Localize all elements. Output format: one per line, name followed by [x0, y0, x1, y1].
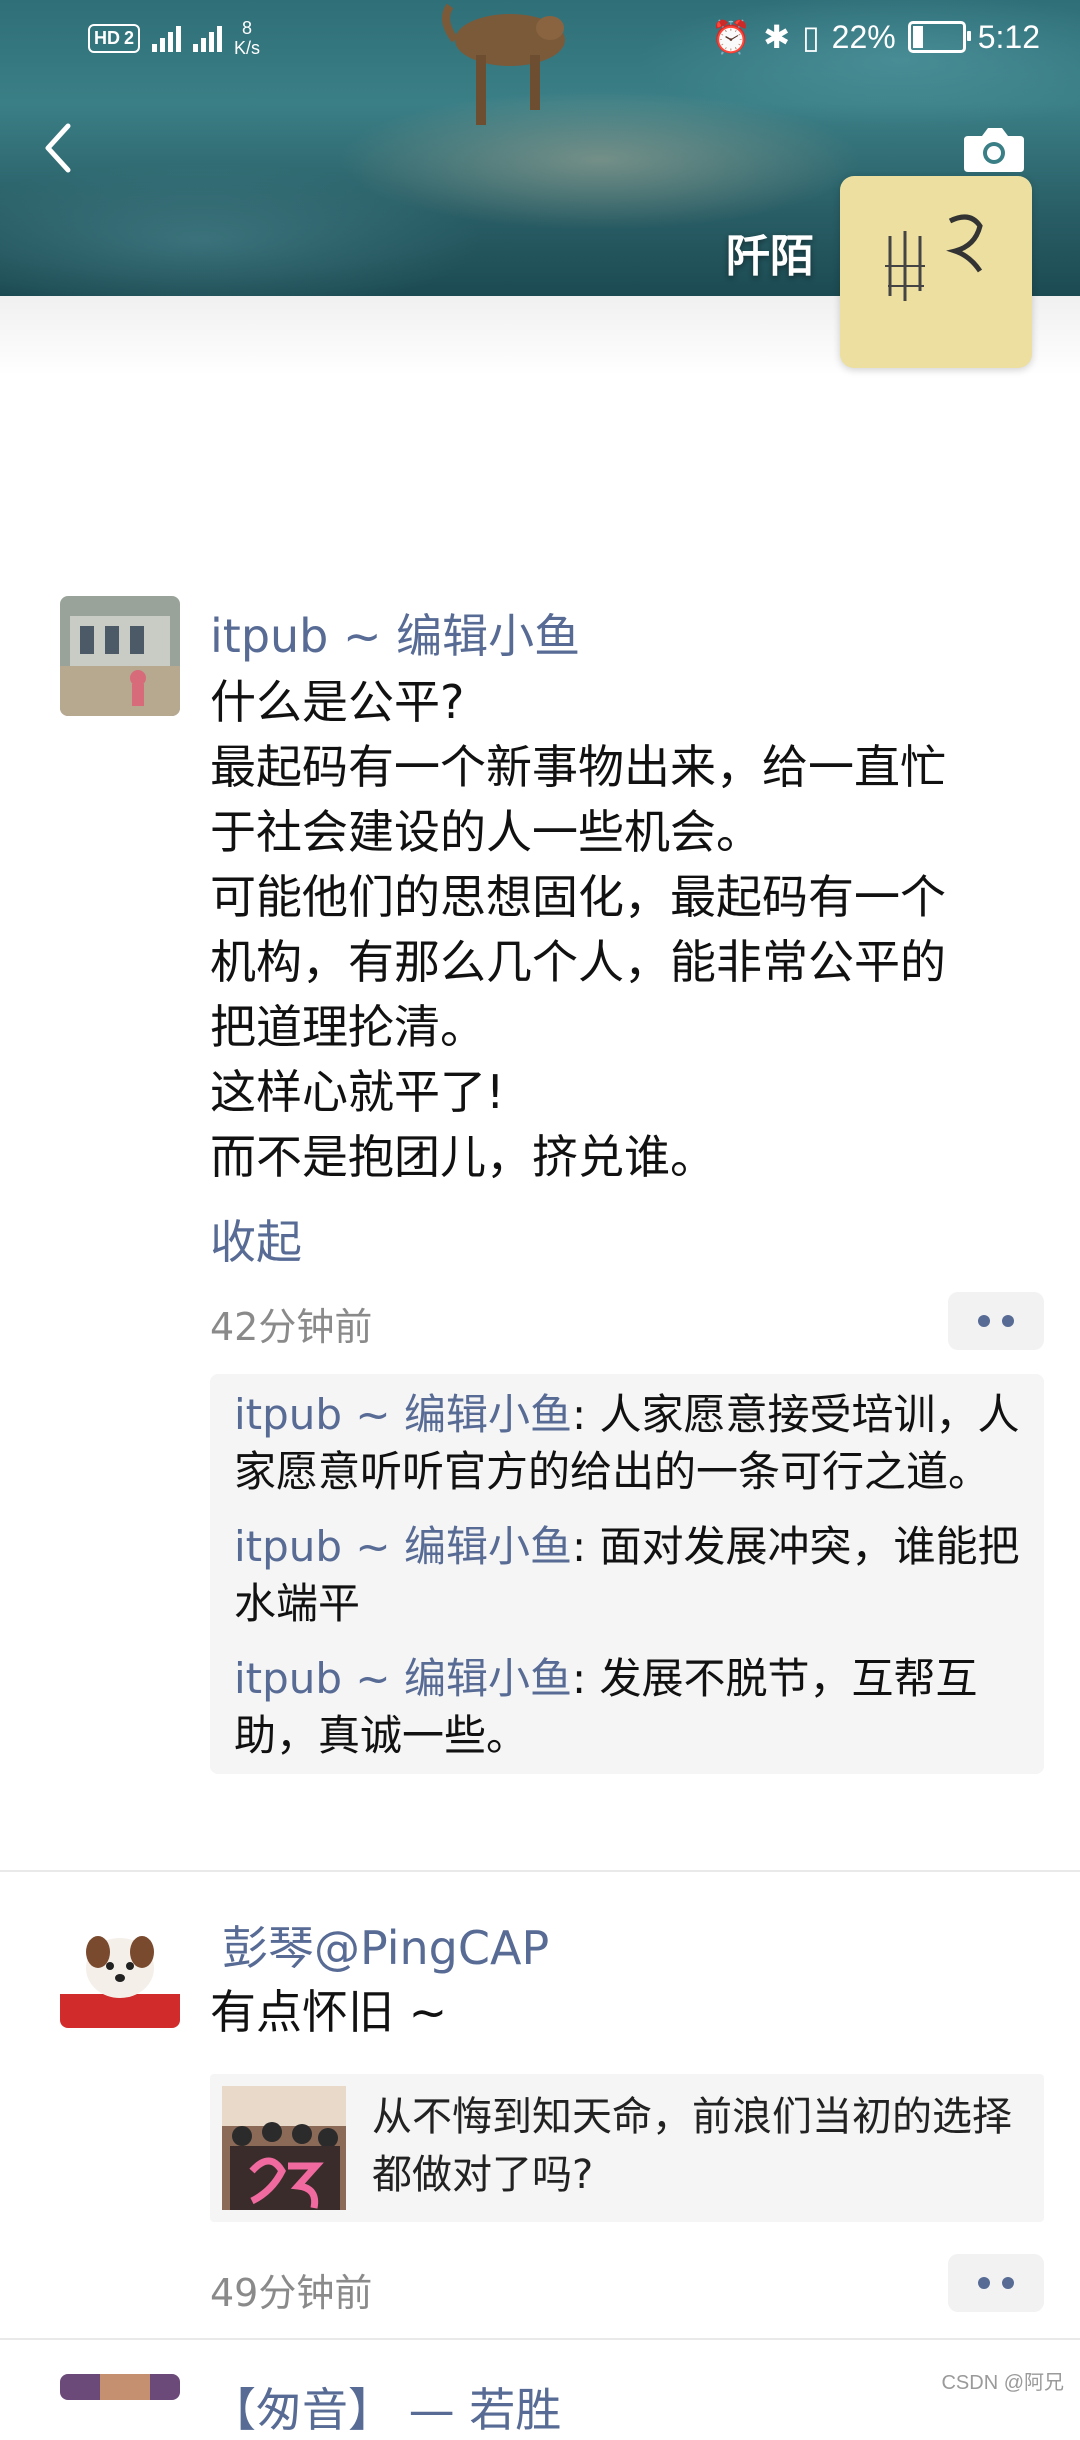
comment-sep: :	[571, 1390, 600, 1439]
avatar[interactable]	[60, 2374, 180, 2400]
post-author[interactable]: 【匆音】 — 若胜	[210, 2374, 561, 2440]
post-text-line: 可能他们的思想固化，最起码有一个	[210, 870, 946, 924]
post-author[interactable]: itpub ~ 编辑小鱼	[210, 600, 580, 666]
post-text-line: 这样心就平了!	[210, 1065, 505, 1119]
signal-1-icon	[152, 24, 182, 52]
post-time: 42分钟前	[210, 1305, 373, 1349]
alarm-icon: ⏰	[711, 19, 752, 55]
post-text-line: 于社会建设的人一些机会。	[210, 805, 762, 859]
status-right: ⏰ ✱ ▯ 22% 5:12	[711, 18, 1040, 56]
comment-item[interactable]: itpub ~ 编辑小鱼: 人家愿意接受培训，人家愿意听听官方的给出的一条可行之…	[234, 1386, 1020, 1500]
status-left: HD 2 8 K/s	[88, 18, 260, 58]
avatar-photo	[60, 1908, 180, 2028]
bluetooth-icon: ✱	[763, 19, 791, 55]
post-text-line: 而不是抱团儿，挤兑谁。	[210, 1130, 716, 1184]
calligraphy-avatar-art	[885, 214, 983, 301]
post-text-line: 最起码有一个新事物出来，给一直忙	[210, 740, 946, 794]
more-actions-button[interactable]	[948, 2254, 1044, 2312]
net-speed: 8 K/s	[234, 18, 260, 58]
post-text: 有点怀旧 ~	[210, 1985, 448, 2039]
comments-box: itpub ~ 编辑小鱼: 人家愿意接受培训，人家愿意听听官方的给出的一条可行之…	[210, 1374, 1044, 1774]
shared-link-card[interactable]: 从不悔到知天命，前浪们当初的选择都做对了吗?	[210, 2074, 1044, 2222]
profile-name[interactable]: 阡陌	[726, 220, 814, 284]
battery-icon	[907, 21, 971, 53]
battery-percent: 22%	[831, 18, 896, 55]
link-title: 从不悔到知天命，前浪们当初的选择都做对了吗?	[372, 2094, 1012, 2198]
net-speed-value: 8	[242, 18, 253, 38]
post-divider	[0, 2338, 1080, 2340]
dot-icon	[1002, 1315, 1014, 1327]
post-text: 什么是公平? 最起码有一个新事物出来，给一直忙 于社会建设的人一些机会。 可能他…	[210, 670, 1040, 1190]
comment-item[interactable]: itpub ~ 编辑小鱼: 面对发展冲突，谁能把水端平	[234, 1518, 1020, 1632]
status-bar: HD 2 8 K/s ⏰ ✱ ▯ 22% 5:12	[0, 0, 1080, 80]
post-time: 49分钟前	[210, 2271, 373, 2315]
comment-sep: :	[571, 1654, 600, 1703]
post-text-line: 什么是公平?	[210, 675, 465, 729]
comment-author[interactable]: itpub ~ 编辑小鱼	[234, 1522, 572, 1571]
dot-icon	[978, 2277, 990, 2289]
camera-icon[interactable]	[962, 124, 1026, 174]
battery-fill	[912, 26, 923, 48]
post-author[interactable]: 彭琴@PingCAP	[222, 1912, 549, 1978]
dot-icon	[978, 1315, 990, 1327]
comment-author[interactable]: itpub ~ 编辑小鱼	[234, 1654, 572, 1703]
comment-author[interactable]: itpub ~ 编辑小鱼	[234, 1390, 572, 1439]
signal-2-icon	[193, 24, 223, 52]
watermark: CSDN @阿兄	[941, 2372, 1064, 2394]
avatar-photo	[60, 596, 180, 716]
comment-sep: :	[571, 1522, 600, 1571]
vibrate-icon: ▯	[802, 19, 820, 55]
post-text-line: 把道理抡清。	[210, 1000, 486, 1054]
link-thumbnail	[222, 2086, 346, 2210]
net-speed-unit: K/s	[234, 38, 261, 58]
collapse-link[interactable]: 收起	[210, 1206, 302, 1272]
post-divider	[0, 1870, 1080, 1872]
hd-badge: HD 2	[88, 23, 141, 53]
post-text-line: 机构，有那么几个人，能非常公平的	[210, 935, 946, 989]
avatar[interactable]	[60, 596, 180, 716]
dot-icon	[1002, 2277, 1014, 2289]
more-actions-button[interactable]	[948, 1292, 1044, 1350]
back-arrow-icon[interactable]	[38, 118, 78, 178]
comment-item[interactable]: itpub ~ 编辑小鱼: 发展不脱节，互帮互助，真诚一些。	[234, 1650, 1020, 1764]
sim-label: 2	[124, 27, 135, 48]
profile-avatar[interactable]	[840, 176, 1032, 368]
clock: 5:12	[977, 18, 1040, 55]
link-thumbnail-art	[222, 2086, 346, 2210]
hd-label: HD	[94, 27, 120, 48]
avatar[interactable]	[60, 1908, 180, 2028]
avatar-photo	[60, 2374, 180, 2400]
